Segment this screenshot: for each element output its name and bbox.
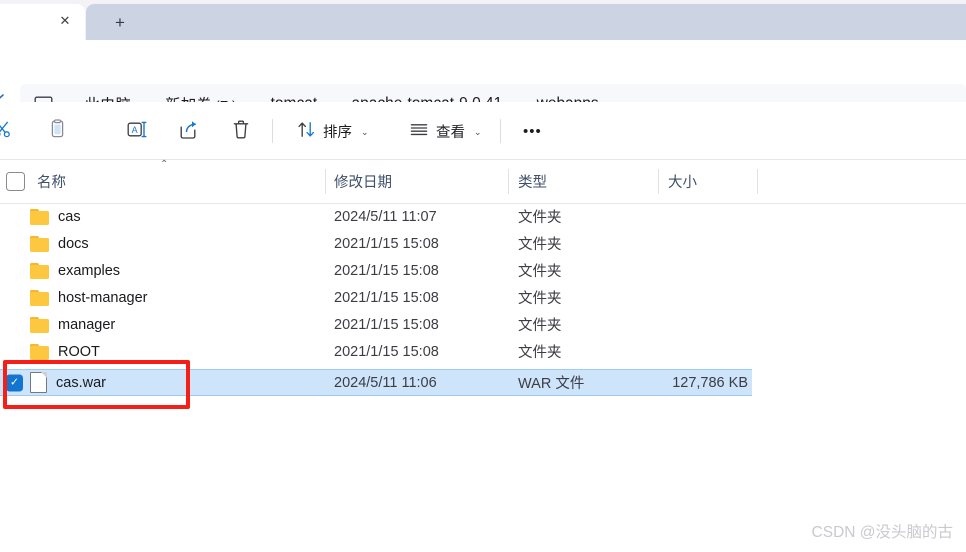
column-divider[interactable]: [325, 169, 326, 194]
file-date-cell: 2024/5/11 11:07: [334, 208, 437, 225]
delete-button[interactable]: [222, 112, 260, 150]
file-size-cell: [600, 257, 748, 284]
file-name-cell: cas.war: [30, 370, 106, 395]
svg-text:A: A: [132, 125, 138, 135]
folder-icon: [30, 316, 49, 333]
file-date-cell: 2021/1/15 15:08: [334, 289, 439, 306]
folder-icon: [30, 235, 49, 252]
folder-icon: [30, 343, 49, 360]
table-row[interactable]: docs 2021/1/15 15:08 文件夹: [0, 230, 966, 257]
select-all-checkbox[interactable]: [6, 172, 25, 191]
column-divider[interactable]: [508, 169, 509, 194]
table-row[interactable]: host-manager 2021/1/15 15:08 文件夹: [0, 284, 966, 311]
column-header-date-modified[interactable]: 修改日期: [334, 160, 392, 203]
view-button[interactable]: 查看 ⌄: [400, 112, 491, 150]
file-name: docs: [58, 235, 89, 252]
sort-label: 排序: [323, 124, 352, 141]
file-name-cell: host-manager: [30, 284, 147, 311]
tab-bar-background: [86, 4, 966, 40]
table-row[interactable]: cas 2024/5/11 11:07 文件夹: [0, 203, 966, 230]
file-name: manager: [58, 316, 116, 333]
file-date-cell: 2024/5/11 11:06: [334, 374, 437, 391]
file-size-cell: [600, 311, 748, 338]
scissors-icon: [0, 120, 12, 143]
file-name: examples: [58, 262, 121, 279]
column-header-type[interactable]: 类型: [518, 160, 547, 203]
table-row[interactable]: manager 2021/1/15 15:08 文件夹: [0, 311, 966, 338]
file-date-cell: 2021/1/15 15:08: [334, 343, 439, 360]
column-header-name[interactable]: 名称: [37, 160, 66, 203]
file-date-cell: 2021/1/15 15:08: [334, 316, 439, 333]
share-button[interactable]: [168, 112, 208, 150]
command-bar: A 排序 ⌄ 查看 ⌄ •••: [0, 102, 966, 160]
file-type-cell: 文件夹: [518, 345, 562, 361]
table-row[interactable]: ROOT 2021/1/15 15:08 文件夹: [0, 338, 966, 365]
file-size-cell: [600, 203, 748, 230]
table-row-selected[interactable]: ✓ cas.war 2024/5/11 11:06 WAR 文件 127,786…: [0, 369, 752, 396]
folder-icon: [30, 289, 49, 306]
view-label: 查看: [436, 124, 465, 141]
share-icon: [177, 119, 199, 144]
file-name: cas: [58, 208, 81, 225]
file-type-cell: 文件夹: [518, 291, 562, 307]
file-name-cell: cas: [30, 203, 81, 230]
toolbar-divider: [272, 119, 273, 143]
file-size-cell: [600, 284, 748, 311]
rename-icon: A: [125, 119, 149, 144]
file-name: host-manager: [58, 289, 148, 306]
column-header-size[interactable]: 大小: [668, 160, 697, 203]
more-options-button[interactable]: •••: [514, 112, 551, 150]
file-type-cell: 文件夹: [518, 318, 562, 334]
file-icon: [30, 372, 47, 393]
column-divider[interactable]: [658, 169, 659, 194]
column-divider[interactable]: [757, 169, 758, 194]
file-type-cell: 文件夹: [518, 210, 562, 226]
file-size-cell: [600, 230, 748, 257]
file-type-cell: 文件夹: [518, 237, 562, 253]
file-name-cell: docs: [30, 230, 89, 257]
file-type-cell: 文件夹: [518, 264, 562, 280]
chevron-down-icon: ⌄: [474, 126, 482, 137]
rename-button[interactable]: A: [116, 112, 158, 150]
file-name: cas.war: [56, 374, 106, 391]
sort-arrows-icon: [297, 120, 316, 143]
column-header-row: 名称 修改日期 类型 大小: [0, 160, 966, 204]
row-checkbox-checked[interactable]: ✓: [6, 374, 23, 391]
file-list: cas 2024/5/11 11:07 文件夹 docs 2021/1/15 1…: [0, 203, 966, 396]
file-name: ROOT: [58, 343, 100, 360]
copy-icon: [47, 118, 68, 144]
sort-ascending-indicator: ⌃: [160, 159, 169, 170]
close-icon[interactable]: ✕: [54, 9, 76, 31]
file-size-cell: [600, 338, 748, 365]
file-type-cell: WAR 文件: [518, 376, 585, 392]
table-row[interactable]: examples 2021/1/15 15:08 文件夹: [0, 257, 966, 284]
sort-button[interactable]: 排序 ⌄: [288, 112, 378, 150]
file-name-cell: examples: [30, 257, 120, 284]
folder-icon: [30, 208, 49, 225]
chevron-down-icon: ⌄: [361, 126, 369, 137]
trash-icon: [231, 119, 251, 144]
file-date-cell: 2021/1/15 15:08: [334, 235, 439, 252]
file-date-cell: 2021/1/15 15:08: [334, 262, 439, 279]
tab-strip: ✕ +: [0, 0, 966, 40]
watermark: CSDN @没头脑的古: [811, 524, 953, 541]
new-tab-icon[interactable]: +: [108, 10, 132, 34]
file-size-cell: 127,786 KB: [672, 374, 748, 391]
toolbar-divider: [500, 119, 501, 143]
cut-button[interactable]: [0, 112, 21, 150]
view-list-icon: [409, 120, 429, 143]
address-bar-row: › 此电脑 › 新加卷 (E:) › tomcat › apache-tomca…: [0, 40, 966, 124]
copy-button[interactable]: [38, 112, 77, 150]
file-name-cell: ROOT: [30, 338, 100, 365]
folder-icon: [30, 262, 49, 279]
file-name-cell: manager: [30, 311, 115, 338]
